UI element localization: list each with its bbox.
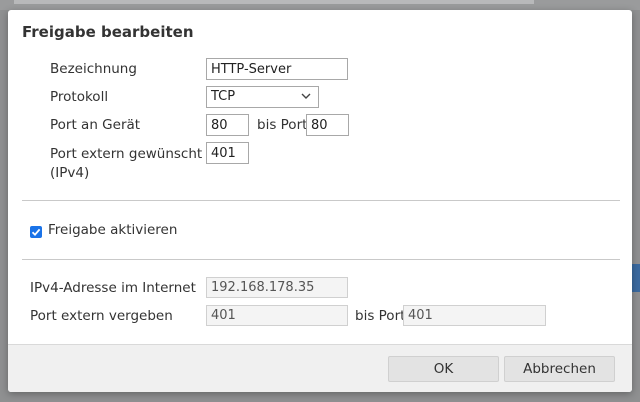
dialog-footer: OK Abbrechen [8, 344, 632, 392]
port-vergeben-bis-label: bis Port [355, 308, 406, 324]
ipv4-label: IPv4-Adresse im Internet [30, 280, 196, 296]
protokoll-label: Protokoll [50, 89, 109, 105]
bis-port-label: bis Port [257, 117, 308, 133]
bezeichnung-input[interactable] [206, 58, 348, 80]
bezeichnung-label: Bezeichnung [50, 61, 137, 77]
background-accent [632, 264, 640, 292]
chevron-down-icon [301, 93, 311, 99]
protokoll-selected-value: TCP [211, 89, 236, 104]
port-geraet-from-input[interactable] [206, 114, 249, 136]
port-extern-label-ipv4: (IPv4) [50, 165, 90, 181]
port-vergeben-from-field: 401 [206, 305, 348, 326]
ipv4-value-field: 192.168.178.35 [206, 277, 348, 298]
freigabe-checkbox[interactable] [30, 226, 42, 238]
port-extern-input[interactable] [206, 142, 249, 164]
protokoll-select[interactable]: TCP [206, 86, 319, 108]
cancel-button[interactable]: Abbrechen [504, 356, 615, 382]
port-vergeben-label: Port extern vergeben [30, 308, 173, 324]
ok-button[interactable]: OK [388, 356, 499, 382]
port-vergeben-to-field: 401 [403, 305, 546, 326]
freigabe-label[interactable]: Freigabe aktivieren [48, 217, 177, 243]
checkmark-icon [31, 228, 41, 237]
dialog-title: Freigabe bearbeiten [22, 23, 194, 41]
edit-share-dialog: Freigabe bearbeiten Bezeichnung Protokol… [8, 10, 632, 392]
separator [22, 200, 620, 201]
port-geraet-to-input[interactable] [306, 114, 349, 136]
port-geraet-label: Port an Gerät [50, 117, 141, 133]
background-strip [14, 0, 534, 4]
separator [22, 259, 620, 260]
